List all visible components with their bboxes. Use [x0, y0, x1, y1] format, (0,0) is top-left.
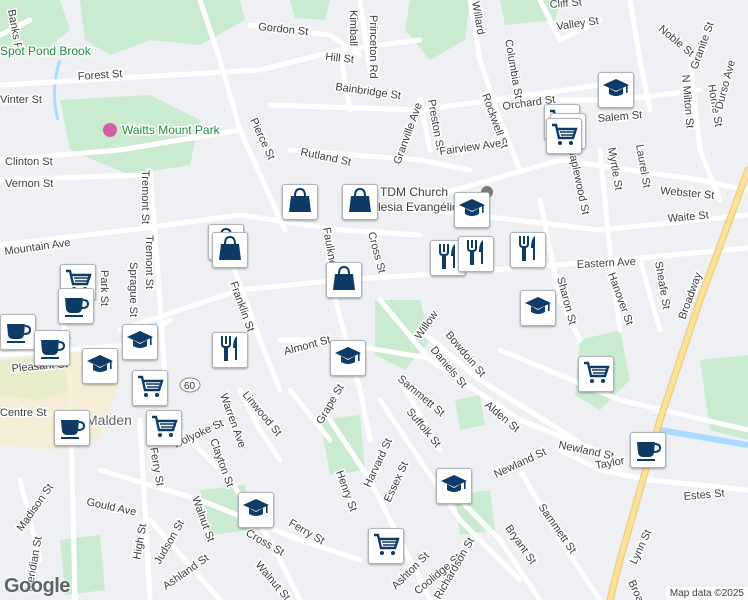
map-marker-education[interactable] — [82, 348, 118, 384]
map-marker-shopping-bag[interactable] — [342, 184, 378, 220]
street-label: Clinton St — [5, 156, 53, 168]
coffee-cup-icon — [37, 331, 67, 366]
map-marker-shopping-cart[interactable] — [146, 410, 182, 446]
graduation-cap-icon — [439, 469, 469, 504]
cart-icon — [149, 411, 179, 446]
map-marker-shopping-cart[interactable] — [546, 118, 582, 154]
graduation-cap-icon — [125, 325, 155, 360]
graduation-cap-icon — [241, 493, 271, 528]
cart-icon — [135, 371, 165, 406]
coffee-cup-icon — [3, 315, 33, 350]
map-marker-education[interactable] — [122, 324, 158, 360]
park-label-spot-pond-brook: Spot Pond Brook — [0, 44, 92, 58]
map-marker-cafe[interactable] — [0, 314, 36, 350]
map-marker-cafe[interactable] — [54, 410, 90, 446]
shopping-bag-icon — [215, 233, 245, 268]
poi-label: TDM Church — [380, 185, 448, 199]
google-logo: Google — [4, 575, 70, 597]
map-marker-cafe[interactable] — [34, 330, 70, 366]
graduation-cap-icon — [85, 349, 115, 384]
map-marker-restaurant[interactable] — [510, 232, 546, 268]
map-marker-education[interactable] — [238, 492, 274, 528]
shopping-bag-icon — [345, 185, 375, 220]
fork-knife-icon — [513, 233, 543, 268]
street-label: Centre St — [0, 407, 46, 419]
map-marker-education[interactable] — [454, 192, 490, 228]
park-label-waitts-mount: Waitts Mount Park — [122, 123, 221, 137]
map-canvas[interactable]: Forest St Gordon St Hill St Kimball Prin… — [0, 0, 748, 600]
street-label: Tremont St — [143, 235, 155, 289]
map-marker-education[interactable] — [436, 468, 472, 504]
map-marker-education[interactable] — [520, 290, 556, 326]
svg-text:60: 60 — [184, 381, 196, 392]
street-label: Vinter St — [0, 94, 42, 106]
map-marker-shopping-bag[interactable] — [282, 184, 318, 220]
coffee-cup-icon — [61, 289, 91, 324]
shopping-bag-icon — [329, 263, 359, 298]
street-label: Tremont St — [139, 170, 151, 224]
map-marker-shopping-cart[interactable] — [132, 370, 168, 406]
poi-label: Iglesia Evangélica — [368, 200, 465, 214]
map-marker-shopping-bag[interactable] — [326, 262, 362, 298]
graduation-cap-icon — [601, 73, 631, 108]
street-label: Park St — [98, 270, 110, 306]
coffee-cup-icon — [57, 411, 87, 446]
map-marker-restaurant[interactable] — [212, 332, 248, 368]
graduation-cap-icon — [457, 193, 487, 228]
route-shield: 60 — [179, 377, 201, 393]
map-attribution[interactable]: Map data ©2025 — [665, 587, 748, 600]
fork-knife-icon — [215, 333, 245, 368]
street-label: Kimball — [347, 10, 359, 46]
map-marker-shopping-bag[interactable] — [212, 232, 248, 268]
graduation-cap-icon — [523, 291, 553, 326]
park-icon — [103, 123, 117, 137]
fork-knife-icon — [461, 237, 491, 272]
map-marker-education[interactable] — [330, 340, 366, 376]
city-label: Malden — [86, 412, 132, 428]
cart-icon — [581, 357, 611, 392]
shopping-bag-icon — [285, 185, 315, 220]
map-marker-cafe[interactable] — [630, 432, 666, 468]
map-marker-education[interactable] — [598, 72, 634, 108]
coffee-cup-icon — [633, 433, 663, 468]
graduation-cap-icon — [333, 341, 363, 376]
map-marker-shopping-cart[interactable] — [368, 528, 404, 564]
map-marker-cafe[interactable] — [58, 288, 94, 324]
street-label: Princeton Rd — [367, 15, 379, 79]
street-label: Sprague St — [127, 262, 139, 317]
cart-icon — [549, 119, 579, 154]
cart-icon — [371, 529, 401, 564]
street-label: Vernon St — [5, 178, 53, 190]
map-marker-shopping-cart[interactable] — [578, 356, 614, 392]
map-marker-restaurant[interactable] — [458, 236, 494, 272]
